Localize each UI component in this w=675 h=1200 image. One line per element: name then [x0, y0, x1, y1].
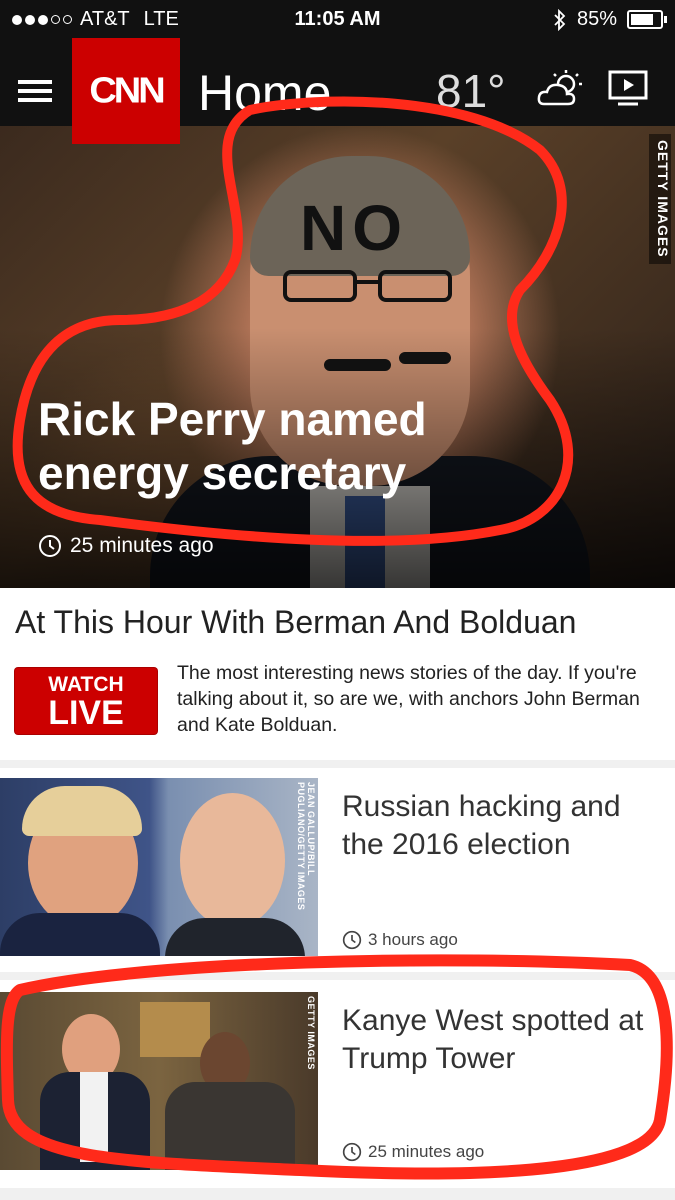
- divider: [0, 760, 675, 768]
- story-timestamp: 25 minutes ago: [342, 1142, 484, 1162]
- thumbnail-shirt-left: [80, 1072, 108, 1162]
- clock-icon: [39, 535, 61, 557]
- photo-credit: JEAN GALLUP/BILL PUGLIANO/GETTY IMAGES: [296, 782, 316, 911]
- hero-timestamp: 25 minutes ago: [38, 534, 214, 558]
- hero-story[interactable]: GETTY IMAGES Rick Perry named energy sec…: [0, 126, 675, 588]
- thumbnail-hair-left: [22, 786, 142, 836]
- live-label: LIVE: [48, 694, 124, 732]
- temperature-readout[interactable]: 81°: [436, 64, 506, 118]
- thumbnail-wall-sign: [140, 1002, 210, 1057]
- thumbnail-suit-right: [165, 918, 305, 956]
- logo-text: CNN: [89, 70, 165, 111]
- thumbnail-face-right: [180, 793, 285, 928]
- photo-credit: GETTY IMAGES: [306, 996, 316, 1070]
- hero-photo-glasses: [283, 270, 452, 302]
- bluetooth-icon: [554, 8, 566, 31]
- story-timestamp: 3 hours ago: [342, 930, 458, 950]
- section-description: The most interesting news stories of the…: [177, 662, 640, 736]
- story-headline[interactable]: Kanye West spotted at Trump Tower: [342, 1002, 662, 1078]
- battery-percent: 85%: [576, 8, 617, 30]
- partly-cloudy-icon[interactable]: [536, 70, 586, 110]
- tv-play-icon[interactable]: [608, 70, 648, 108]
- clock-icon: [342, 1142, 362, 1162]
- story-headline[interactable]: Russian hacking and the 2016 election: [342, 788, 662, 864]
- divider: [0, 1188, 675, 1200]
- thumbnail-suit-left: [0, 913, 160, 956]
- app-header: CNN Home 81°: [0, 38, 675, 144]
- story-thumbnail[interactable]: JEAN GALLUP/BILL PUGLIANO/GETTY IMAGES: [0, 778, 318, 956]
- section-title[interactable]: At This Hour With Berman And Bolduan: [15, 604, 576, 641]
- cnn-logo[interactable]: CNN: [72, 38, 180, 144]
- story-time-text: 3 hours ago: [368, 930, 458, 949]
- divider: [0, 972, 675, 980]
- story-time-text: 25 minutes ago: [368, 1142, 485, 1161]
- hero-photo-hair: [250, 156, 470, 276]
- status-bar: AT&T LTE 11:05 AM 85%: [0, 0, 675, 38]
- story-thumbnail[interactable]: GETTY IMAGES: [0, 992, 318, 1170]
- thumbnail-sweater-right: [165, 1082, 295, 1170]
- photo-credit: GETTY IMAGES: [649, 134, 671, 264]
- hero-time-text: 25 minutes ago: [70, 534, 214, 557]
- page-title: Home: [198, 65, 332, 121]
- watch-label: WATCH: [48, 673, 124, 696]
- menu-icon[interactable]: [18, 80, 52, 107]
- clock-icon: [342, 930, 362, 950]
- watch-live-button[interactable]: WATCH LIVE: [15, 668, 157, 734]
- hero-headline[interactable]: Rick Perry named energy secretary: [38, 392, 558, 500]
- battery-icon: [627, 10, 667, 29]
